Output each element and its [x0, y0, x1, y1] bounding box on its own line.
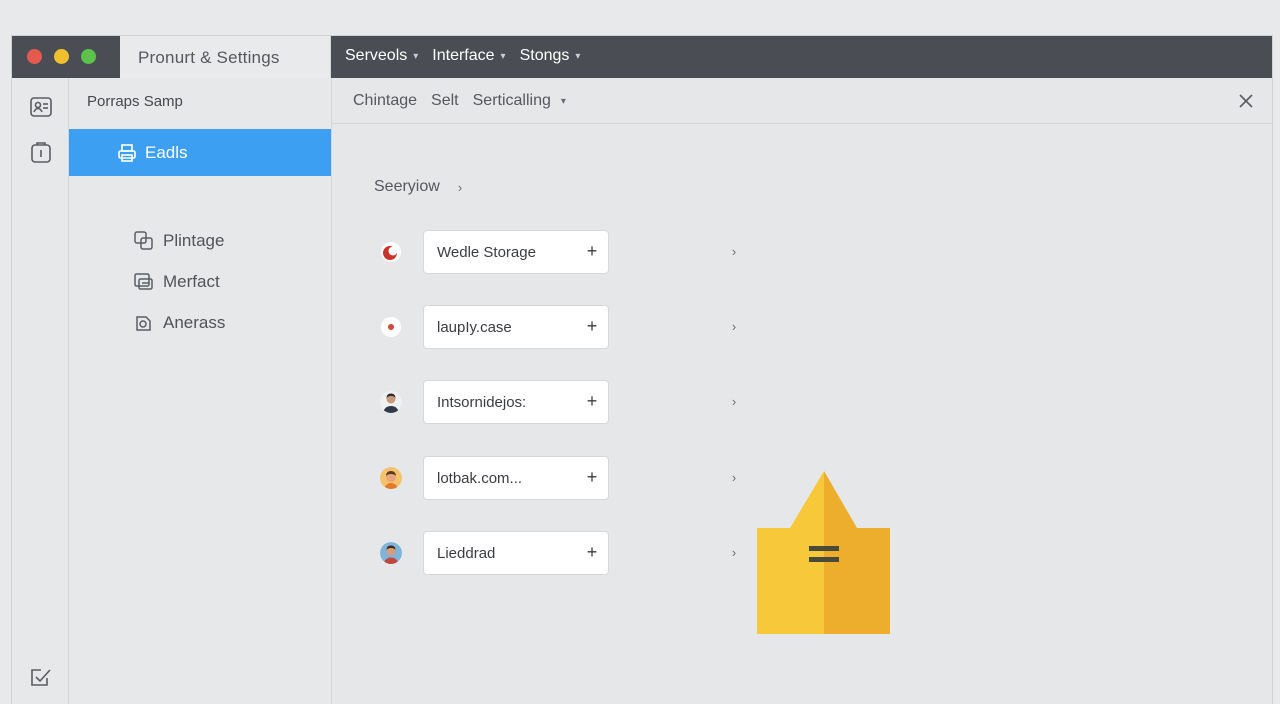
red-logo-icon — [380, 241, 402, 263]
edit-check-icon[interactable] — [28, 664, 54, 690]
chevron-down-icon: ▾ — [413, 50, 419, 62]
crown-illustration — [757, 471, 891, 634]
sidebar-item-eadls[interactable]: Eadls — [69, 129, 331, 176]
chevron-down-icon[interactable]: ▾ — [561, 96, 566, 107]
chevron-right-icon[interactable]: › — [725, 543, 743, 563]
minimize-window-button[interactable] — [54, 49, 69, 64]
sidebar-item-label: Merfact — [163, 271, 220, 291]
app-window: Pronurt & Settings Serveols ▾ Interface … — [11, 35, 1273, 704]
list-item: laupIy.case + › — [372, 305, 752, 349]
close-window-button[interactable] — [27, 49, 42, 64]
menu-stongs[interactable]: Stongs ▾ — [520, 47, 581, 65]
app-title-area: Pronurt & Settings — [120, 36, 331, 78]
account-field-value: lotbak.com... — [437, 469, 523, 487]
title-bar: Pronurt & Settings Serveols ▾ Interface … — [12, 36, 1272, 78]
add-icon[interactable]: + — [582, 467, 602, 487]
account-field-value: Lieddrad — [437, 544, 496, 562]
sidebar-item-merfact[interactable]: Merfact — [133, 271, 220, 292]
top-menu-bar: Serveols ▾ Interface ▾ Stongs ▾ — [331, 36, 1272, 78]
window-controls — [12, 36, 120, 78]
avatar — [380, 542, 402, 564]
sidebar-item-anerass[interactable]: Anerass — [133, 312, 225, 333]
menu-serveols-label: Serveols — [345, 47, 408, 64]
tab-selt[interactable]: Selt — [431, 92, 459, 110]
close-icon[interactable] — [1236, 91, 1256, 111]
card-icon — [134, 273, 153, 290]
list-item: Wedle Storage + › — [372, 230, 752, 274]
menu-interface[interactable]: Interface ▾ — [432, 47, 505, 65]
chevron-right-icon[interactable]: › — [725, 242, 743, 262]
document-icon[interactable] — [28, 140, 54, 166]
account-field-value: laupIy.case — [437, 318, 512, 336]
sidebar-heading: Porraps Samp — [87, 93, 183, 110]
account-field-value: Wedle Storage — [437, 243, 536, 261]
chevron-down-icon: ▾ — [575, 50, 581, 62]
tab-serticalling[interactable]: Serticalling — [473, 92, 551, 110]
icon-rail — [12, 78, 69, 704]
app-title: Pronurt & Settings — [138, 48, 280, 67]
list-item: Intsornidejos: + › — [372, 380, 752, 424]
menu-stongs-label: Stongs — [519, 47, 570, 64]
add-icon[interactable]: + — [582, 241, 602, 261]
account-field-value: Intsornidejos: — [437, 393, 527, 411]
list-item: lotbak.com... + › — [372, 456, 752, 500]
main-panel: Chintage Selt Serticalling ▾ Seeryiow › — [332, 78, 1272, 704]
profile-card-icon[interactable] — [28, 94, 54, 120]
chevron-right-icon[interactable]: › — [725, 468, 743, 488]
add-icon[interactable]: + — [582, 542, 602, 562]
tab-chintage[interactable]: Chintage — [353, 92, 417, 110]
sidebar-item-label: Eadls — [145, 142, 188, 162]
breadcrumb-label[interactable]: Seeryiow — [374, 178, 440, 196]
menu-serveols[interactable]: Serveols ▾ — [345, 47, 418, 65]
avatar — [380, 467, 402, 489]
small-logo-icon — [380, 316, 402, 338]
sidebar-item-plintage[interactable]: Plintage — [133, 230, 224, 251]
chevron-right-icon[interactable]: › — [725, 392, 743, 412]
printer-icon — [118, 143, 136, 162]
sidebar: Porraps Samp Eadls Plintage Merfact Aner… — [69, 78, 332, 704]
breadcrumb: Seeryiow › — [374, 178, 462, 196]
sub-toolbar: Chintage Selt Serticalling ▾ — [332, 78, 1272, 124]
add-icon[interactable]: + — [582, 391, 602, 411]
sidebar-item-label: Plintage — [163, 230, 225, 250]
menu-interface-label: Interface — [432, 47, 495, 64]
chevron-right-icon: › — [457, 179, 463, 195]
chevron-right-icon[interactable]: › — [725, 317, 743, 337]
sidebar-item-label: Anerass — [163, 312, 226, 332]
add-icon[interactable]: + — [582, 316, 602, 336]
chevron-down-icon: ▾ — [500, 50, 506, 62]
palette-icon — [136, 316, 151, 331]
avatar — [380, 391, 402, 413]
list-item: Lieddrad + › — [372, 531, 752, 575]
maximize-window-button[interactable] — [81, 49, 96, 64]
copy-icon — [134, 231, 153, 250]
